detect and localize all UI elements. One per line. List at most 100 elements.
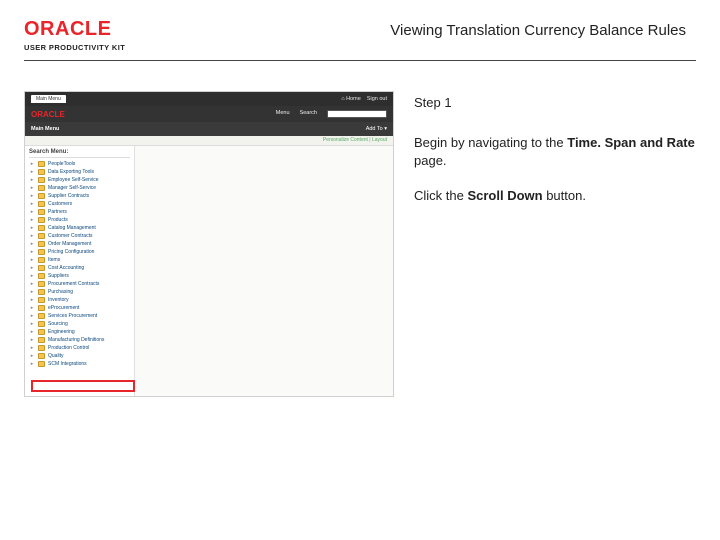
expand-icon[interactable]: ▸ [29,273,35,279]
step-label: Step 1 [414,95,696,110]
tree-item[interactable]: ▸ Pricing Configuration [29,248,130,256]
tree-item[interactable]: ▸ Suppliers [29,272,130,280]
tree-item[interactable]: ▸ Purchasing [29,288,130,296]
folder-icon [38,177,45,183]
folder-icon [38,305,45,311]
tree-item-label: Order Management [48,241,91,247]
expand-icon[interactable]: ▸ [29,217,35,223]
signout-link[interactable]: Sign out [367,96,387,102]
tree-item[interactable]: ▸ Production Control [29,344,130,352]
expand-icon[interactable]: ▸ [29,193,35,199]
tree-item-label: Customers [48,201,72,207]
folder-icon [38,209,45,215]
folder-icon [38,185,45,191]
oracle-logo: ORACLE USER PRODUCTIVITY KIT [24,18,125,52]
addto-menu[interactable]: Add To ▾ [366,126,387,132]
expand-icon[interactable]: ▸ [29,345,35,351]
tree-item[interactable]: ▸Customer Contracts [29,232,130,240]
expand-icon[interactable]: ▸ [29,297,35,303]
tree-item-label: Manager Self-Service [48,185,96,191]
expand-icon[interactable]: ▸ [29,321,35,327]
folder-icon [38,281,45,287]
top-tab[interactable]: Main Menu [31,95,66,103]
expand-icon[interactable]: ▸ [29,225,35,231]
folder-icon [38,313,45,319]
folder-icon [38,289,45,295]
tree-item[interactable]: ▸ Data Exporting Tools [29,168,130,176]
tree-item-label: Data Exporting Tools [48,169,94,175]
personalize-link[interactable]: Personalize Content | Layout [25,136,393,146]
tree-item-label: eProcurement [48,305,79,311]
folder-icon [38,201,45,207]
screenshot-toolbar: Main Menu Add To ▾ [25,122,393,136]
expand-icon[interactable]: ▸ [29,177,35,183]
tree-item[interactable]: ▸Catalog Management [29,224,130,232]
header: ORACLE USER PRODUCTIVITY KIT Viewing Tra… [0,0,720,60]
tree-item[interactable]: ▸ eProcurement [29,304,130,312]
folder-icon [38,321,45,327]
folder-icon [38,217,45,223]
expand-icon[interactable]: ▸ [29,313,35,319]
expand-icon[interactable]: ▸ [29,185,35,191]
tree-item[interactable]: ▸Cost Accounting [29,264,130,272]
expand-icon[interactable]: ▸ [29,337,35,343]
tree-item[interactable]: ▸Engineering [29,328,130,336]
tree-item-label: Pricing Configuration [48,249,94,255]
tree-item-label: Supplier Contracts [48,193,89,199]
tree-item[interactable]: ▸ Order Management [29,240,130,248]
expand-icon[interactable]: ▸ [29,257,35,263]
expand-icon[interactable]: ▸ [29,169,35,175]
search-label: Search [300,110,317,118]
expand-icon[interactable]: ▸ [29,289,35,295]
tree-item-label: Items [48,257,60,263]
tree-item-label: Procurement Contracts [48,281,99,287]
tree-item[interactable]: ▸ Items [29,256,130,264]
tree-item[interactable]: ▸ Supplier Contracts [29,192,130,200]
tree-item[interactable]: ▸Partners [29,208,130,216]
tree-item[interactable]: ▸ SCM Integrations [29,360,130,368]
tree-item[interactable]: ▸Services Procurement [29,312,130,320]
screenshot-topbar: Main Menu ⌂ Home Sign out [25,92,393,106]
expand-icon[interactable]: ▸ [29,201,35,207]
tree-item[interactable]: ▸ Manager Self-Service [29,184,130,192]
content-pane [135,146,393,396]
tree-item[interactable]: ▸Sourcing [29,320,130,328]
expand-icon[interactable]: ▸ [29,161,35,167]
tree-item-label: SCM Integrations [48,361,87,367]
expand-icon[interactable]: ▸ [29,305,35,311]
tree-item-label: Suppliers [48,273,69,279]
tree-item-label: Purchasing [48,289,73,295]
expand-icon[interactable]: ▸ [29,209,35,215]
tree-item[interactable]: ▸ Customers [29,200,130,208]
tree-item[interactable]: ▸Products [29,216,130,224]
home-icon: ⌂ [341,96,344,102]
tree-item[interactable]: ▸Quality [29,352,130,360]
expand-icon[interactable]: ▸ [29,281,35,287]
expand-icon[interactable]: ▸ [29,265,35,271]
instruction-line-2: Click the Scroll Down button. [414,187,696,205]
tree-title: Search Menu: [29,149,130,158]
tree-item[interactable]: ▸ Procurement Contracts [29,280,130,288]
folder-icon [38,361,45,367]
embedded-screenshot: Main Menu ⌂ Home Sign out ORACLE Menu Se… [24,91,394,397]
tree-item[interactable]: ▸Inventory [29,296,130,304]
tree-item[interactable]: ▸ Manufacturing Definitions [29,336,130,344]
tree-item-label: PeopleTools [48,161,75,167]
tree-item[interactable]: ▸Employee Self-Service [29,176,130,184]
expand-icon[interactable]: ▸ [29,353,35,359]
expand-icon[interactable]: ▸ [29,361,35,367]
tree-item-label: Production Control [48,345,89,351]
search-input[interactable] [327,110,387,118]
tree-item-label: Manufacturing Definitions [48,337,104,343]
folder-icon [38,337,45,343]
home-link[interactable]: ⌂ Home [341,96,361,102]
toolbar-title: Main Menu [31,126,59,132]
expand-icon[interactable]: ▸ [29,241,35,247]
expand-icon[interactable]: ▸ [29,233,35,239]
expand-icon[interactable]: ▸ [29,329,35,335]
expand-icon[interactable]: ▸ [29,249,35,255]
folder-icon [38,353,45,359]
instruction-line-1: Begin by navigating to the Time. Span an… [414,134,696,169]
folder-icon [38,161,45,167]
tree-item[interactable]: ▸ PeopleTools [29,160,130,168]
